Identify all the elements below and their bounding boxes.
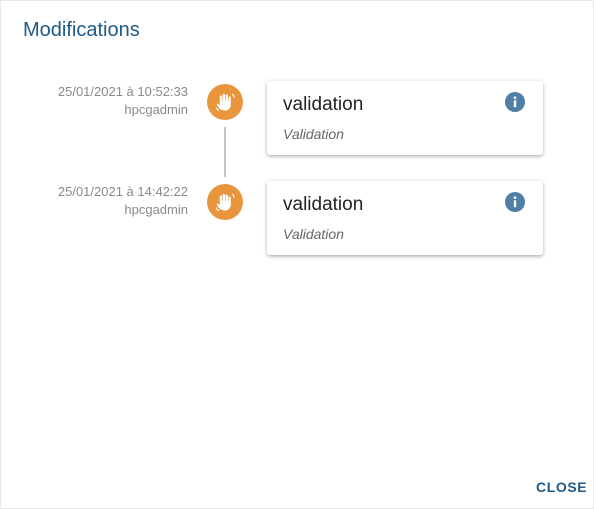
card-subtitle: Validation [283, 226, 344, 242]
card-title: validation [283, 194, 364, 215]
modification-card: validation Validation [267, 81, 543, 155]
timeline-entry: 25/01/2021 à 10:52:33 hpcgadmin validati… [1, 81, 594, 155]
entry-user: hpcgadmin [124, 102, 188, 117]
entry-meta: 25/01/2021 à 14:42:22 hpcgadmin [58, 183, 188, 219]
modification-card: validation Validation [267, 181, 543, 255]
info-icon[interactable] [505, 92, 525, 112]
entry-timestamp: 25/01/2021 à 10:52:33 [57, 84, 188, 99]
entry-meta: 25/01/2021 à 10:52:33 hpcgadmin [58, 83, 188, 119]
hand-wave-icon [207, 184, 243, 220]
timeline-entry: 25/01/2021 à 14:42:22 hpcgadmin validati… [1, 181, 594, 255]
card-subtitle: Validation [283, 126, 344, 142]
modifications-dialog: Modifications 25/01/2021 à 10:52:33 hpcg… [0, 0, 594, 509]
close-button[interactable]: CLOSE [527, 475, 591, 499]
hand-wave-icon [207, 84, 243, 120]
info-icon[interactable] [505, 192, 525, 212]
dialog-title: Modifications [23, 19, 140, 41]
entry-timestamp: 25/01/2021 à 14:42:22 [57, 184, 188, 199]
entry-user: hpcgadmin [124, 202, 188, 217]
card-title: validation [283, 94, 364, 115]
